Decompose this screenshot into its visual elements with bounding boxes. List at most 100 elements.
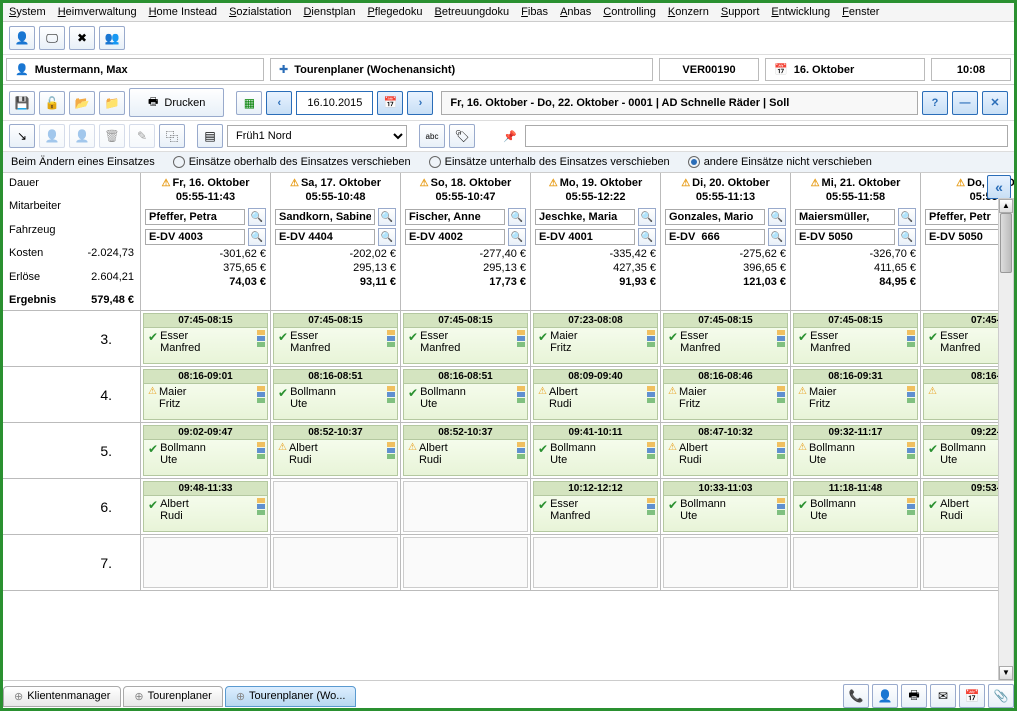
- appointment-card[interactable]: 08:16-08:51✔BollmannUte: [403, 369, 528, 420]
- cal-icon[interactable]: 📅: [959, 684, 985, 708]
- folder-open-button[interactable]: 📂: [69, 91, 95, 115]
- mitarbeiter-input[interactable]: [795, 209, 895, 225]
- search-icon[interactable]: 🔍: [378, 228, 396, 246]
- fahrzeug-input[interactable]: [795, 229, 895, 245]
- screen-del-icon[interactable]: ✖: [69, 26, 95, 50]
- scroll-thumb[interactable]: [1000, 213, 1012, 273]
- appointment-card[interactable]: [403, 481, 528, 532]
- slot[interactable]: 08:52-10:37⚠AlbertRudi: [271, 423, 400, 479]
- lock-button[interactable]: 🔓: [39, 91, 65, 115]
- radio-none[interactable]: andere Einsätze nicht verschieben: [688, 156, 872, 168]
- search-icon[interactable]: 🔍: [508, 228, 526, 246]
- appointment-card[interactable]: [273, 537, 398, 588]
- appointment-card[interactable]: 10:33-11:03✔BollmannUte: [663, 481, 788, 532]
- menu-home instead[interactable]: Home Instead: [149, 6, 218, 18]
- trash-icon[interactable]: 🗑: [99, 124, 125, 148]
- mitarbeiter-input[interactable]: [275, 209, 375, 225]
- slot[interactable]: 09:41-10:11✔BollmannUte: [531, 423, 660, 479]
- menu-support[interactable]: Support: [721, 6, 760, 18]
- radio-above[interactable]: Einsätze oberhalb des Einsatzes verschie…: [173, 156, 411, 168]
- print-button[interactable]: 🖶 Drucken: [129, 88, 224, 117]
- menu-pflegedoku[interactable]: Pflegedoku: [367, 6, 422, 18]
- slot[interactable]: 09:02-09:47✔BollmannUte: [141, 423, 270, 479]
- menu-sozialstation[interactable]: Sozialstation: [229, 6, 291, 18]
- next-button[interactable]: ›: [407, 91, 433, 115]
- tab-0[interactable]: ⊕Klientenmanager: [3, 686, 121, 707]
- appointment-card[interactable]: [533, 537, 658, 588]
- appointment-card[interactable]: 07:45-08:15✔EsserManfred: [403, 313, 528, 364]
- menu-anbas[interactable]: Anbas: [560, 6, 591, 18]
- slot[interactable]: [531, 535, 660, 591]
- search-icon[interactable]: 🔍: [508, 208, 526, 226]
- slot[interactable]: [141, 535, 270, 591]
- appointment-card[interactable]: 11:18-11:48✔BollmannUte: [793, 481, 918, 532]
- slot[interactable]: 08:52-10:37⚠AlbertRudi: [401, 423, 530, 479]
- slot[interactable]: 07:23-08:08✔MaierFritz: [531, 311, 660, 367]
- slot[interactable]: 08:09-09:40⚠AlbertRudi: [531, 367, 660, 423]
- tab-2[interactable]: ⊕Tourenplaner (Wo...: [225, 686, 357, 707]
- calendar-button[interactable]: 📅: [377, 91, 403, 115]
- search-icon[interactable]: 🔍: [898, 208, 916, 226]
- slot[interactable]: [401, 479, 530, 535]
- slot[interactable]: [791, 535, 920, 591]
- menu-konzern[interactable]: Konzern: [668, 6, 709, 18]
- mitarbeiter-input[interactable]: [535, 209, 635, 225]
- menu-betreuungdoku[interactable]: Betreuungdoku: [435, 6, 510, 18]
- menu-fenster[interactable]: Fenster: [842, 6, 879, 18]
- menu-system[interactable]: System: [9, 6, 46, 18]
- close-button[interactable]: ✕: [982, 91, 1008, 115]
- pin-field[interactable]: [525, 125, 1008, 147]
- user2-icon[interactable]: 👤: [69, 124, 95, 148]
- appointment-card[interactable]: 07:45-08:15✔EsserManfred: [273, 313, 398, 364]
- mail-icon[interactable]: ✉: [930, 684, 956, 708]
- appointment-card[interactable]: 08:16-09:01⚠MaierFritz: [143, 369, 268, 420]
- slot[interactable]: 09:48-11:33✔AlbertRudi: [141, 479, 270, 535]
- slot[interactable]: [271, 535, 400, 591]
- slot[interactable]: 08:16-09:31⚠MaierFritz: [791, 367, 920, 423]
- slot[interactable]: 10:12-12:12✔EsserManfred: [531, 479, 660, 535]
- slot[interactable]: 08:16-09:01⚠MaierFritz: [141, 367, 270, 423]
- appointment-card[interactable]: 08:16-08:51✔BollmannUte: [273, 369, 398, 420]
- save-button[interactable]: 💾: [9, 91, 35, 115]
- mitarbeiter-input[interactable]: [665, 209, 765, 225]
- appointment-card[interactable]: [143, 537, 268, 588]
- mitarbeiter-input[interactable]: [145, 209, 245, 225]
- edit-icon[interactable]: ✎: [129, 124, 155, 148]
- slot[interactable]: [271, 479, 400, 535]
- slot[interactable]: 08:16-08:51✔BollmannUte: [401, 367, 530, 423]
- slot[interactable]: 07:45-08:15✔EsserManfred: [141, 311, 270, 367]
- people-icon[interactable]: 👥: [99, 26, 125, 50]
- appointment-card[interactable]: 09:02-09:47✔BollmannUte: [143, 425, 268, 476]
- appointment-card[interactable]: [273, 481, 398, 532]
- screen-icon[interactable]: 🖵: [39, 26, 65, 50]
- search-icon[interactable]: 🔍: [768, 208, 786, 226]
- menu-fibas[interactable]: Fibas: [521, 6, 548, 18]
- slot[interactable]: 08:16-08:46⚠MaierFritz: [661, 367, 790, 423]
- pin-icon[interactable]: 📌: [503, 130, 517, 143]
- abc-icon[interactable]: abc: [419, 124, 445, 148]
- menu-entwicklung[interactable]: Entwicklung: [771, 6, 830, 18]
- appointment-card[interactable]: 09:32-11:17⚠BollmannUte: [793, 425, 918, 476]
- tag-icon[interactable]: 🏷: [449, 124, 475, 148]
- appointment-card[interactable]: 08:47-10:32⚠AlbertRudi: [663, 425, 788, 476]
- slot[interactable]: 08:16-08:51✔BollmannUte: [271, 367, 400, 423]
- phone-icon[interactable]: 📞: [843, 684, 869, 708]
- appointment-card[interactable]: 09:48-11:33✔AlbertRudi: [143, 481, 268, 532]
- printer-icon[interactable]: 🖶: [901, 684, 927, 708]
- copy-icon[interactable]: ⿻: [159, 124, 185, 148]
- slot[interactable]: [401, 535, 530, 591]
- appointment-card[interactable]: [663, 537, 788, 588]
- appointment-card[interactable]: 07:45-08:15✔EsserManfred: [143, 313, 268, 364]
- mitarbeiter-input[interactable]: [405, 209, 505, 225]
- menu-heimverwaltung[interactable]: Heimverwaltung: [58, 6, 137, 18]
- user-icon[interactable]: 👤: [872, 684, 898, 708]
- arrow-icon[interactable]: ↘: [9, 124, 35, 148]
- search-icon[interactable]: 🔍: [768, 228, 786, 246]
- folder-new-button[interactable]: 📁: [99, 91, 125, 115]
- search-icon[interactable]: 🔍: [898, 228, 916, 246]
- user1-icon[interactable]: 👤: [39, 124, 65, 148]
- search-icon[interactable]: 🔍: [638, 208, 656, 226]
- slot[interactable]: 07:45-08:15✔EsserManfred: [661, 311, 790, 367]
- slot[interactable]: 07:45-08:15✔EsserManfred: [401, 311, 530, 367]
- radio-below[interactable]: Einsätze unterhalb des Einsatzes verschi…: [429, 156, 670, 168]
